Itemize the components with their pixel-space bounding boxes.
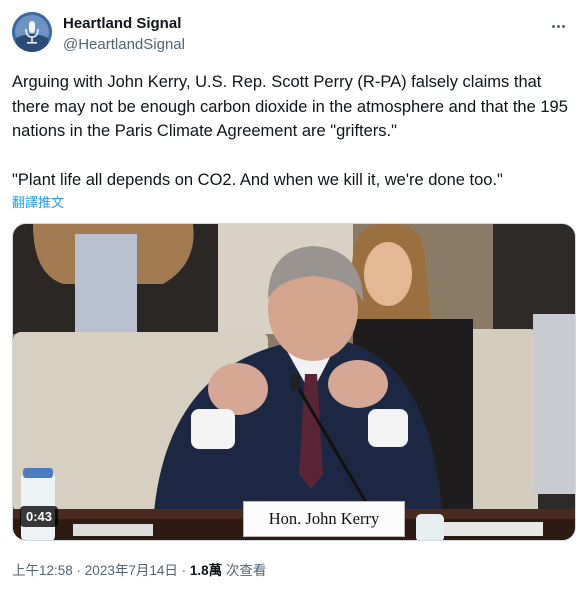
tweet-time[interactable]: 上午12:58 [12, 563, 73, 578]
avatar[interactable] [12, 12, 52, 52]
video-player[interactable]: Hon. John Kerry 0:43 [12, 223, 576, 541]
video-frame [13, 224, 575, 540]
microphone-logo-icon [12, 12, 52, 52]
more-dots-icon[interactable] [544, 16, 572, 36]
tweet-meta: 上午12:58 · 2023年7月14日 · 1.8萬 次查看 [12, 559, 266, 579]
views-count[interactable]: 1.8萬 [190, 563, 222, 578]
tweet-header: Heartland Signal @HeartlandSignal [12, 12, 576, 56]
video-duration-badge: 0:43 [20, 506, 59, 527]
account-name[interactable]: Heartland Signal [63, 15, 181, 32]
account-handle[interactable]: @HeartlandSignal [63, 36, 185, 53]
tweet-date[interactable]: 2023年7月14日 [85, 563, 178, 578]
meta-separator: · [72, 563, 85, 578]
speaker-nameplate: Hon. John Kerry [243, 501, 405, 537]
views-label: 次查看 [222, 563, 267, 578]
meta-separator: · [177, 563, 190, 578]
tweet-text: Arguing with John Kerry, U.S. Rep. Scott… [12, 73, 568, 189]
translate-link[interactable]: 翻譯推文 [12, 192, 64, 211]
